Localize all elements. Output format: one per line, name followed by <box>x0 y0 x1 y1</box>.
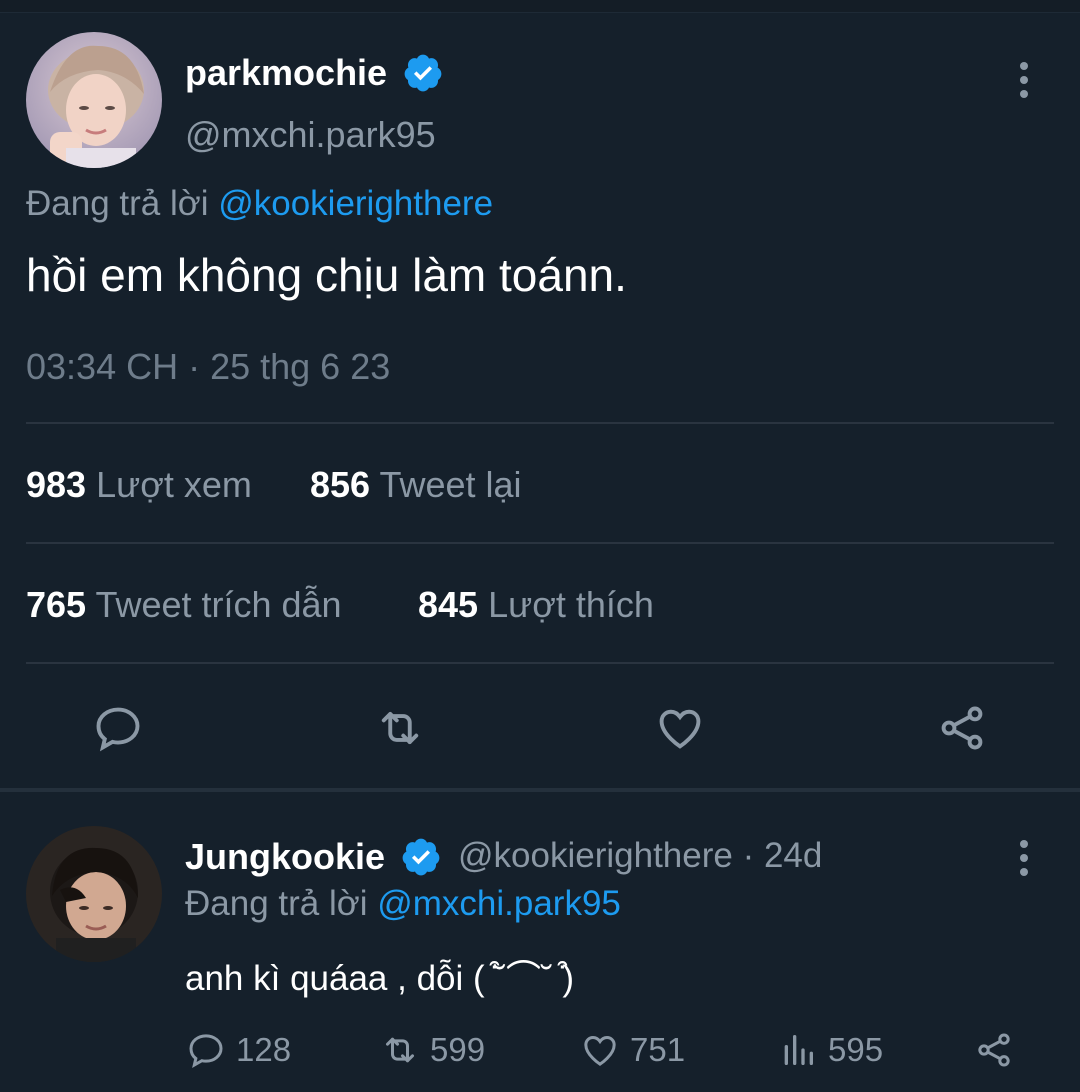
share-icon[interactable] <box>936 702 988 754</box>
reply-avatar[interactable] <box>26 826 162 962</box>
views-count: 983 <box>26 464 87 505</box>
tweet-timestamp[interactable]: 03:34 CH · 25 thg 6 23 <box>26 346 390 388</box>
retweets-label: Tweet lại <box>379 464 522 505</box>
like-icon[interactable] <box>654 702 706 754</box>
views-stat: 983 Lượt xem <box>26 464 252 506</box>
reply-icon <box>189 1034 223 1069</box>
reply-count: 128 <box>236 1031 292 1068</box>
reply-share-button[interactable] <box>974 1030 1014 1070</box>
reply-text: anh kì quáaa , dỗi ( ͒˘⌒˘ ͒) <box>185 959 575 998</box>
reply-like-button[interactable]: 751 <box>580 1030 685 1070</box>
author-name[interactable]: parkmochie <box>185 52 387 94</box>
retweets-stat[interactable]: 856 Tweet lại <box>310 464 522 506</box>
retweets-count: 856 <box>310 464 371 505</box>
quotes-stat[interactable]: 765 Tweet trích dẫn <box>26 584 342 626</box>
verified-badge-icon <box>402 838 440 876</box>
views-label: Lượt xem <box>96 464 252 505</box>
replying-to-line: Đang trả lời @kookierighthere <box>26 184 493 224</box>
reply-author-handle[interactable]: @kookierighthere <box>458 836 733 875</box>
verified-badge-icon <box>404 54 442 92</box>
reply-more-options-icon[interactable] <box>1018 840 1030 876</box>
reply-handle-time: @kookierighthere · 24d <box>458 836 822 876</box>
reply-views-button[interactable]: 595 <box>778 1030 883 1070</box>
tweet-text: hồi em không chịu làm toánn. <box>26 249 627 301</box>
section-separator <box>0 788 1080 792</box>
replying-prefix: Đang trả lời <box>26 184 209 223</box>
reply-replying-to-mention[interactable]: @mxchi.park95 <box>377 884 621 923</box>
reply-time[interactable]: · 24d <box>743 836 823 875</box>
reply-replying-prefix: Đang trả lời <box>185 884 368 923</box>
divider <box>26 662 1054 664</box>
divider <box>26 542 1054 544</box>
views-chart-icon <box>784 1035 813 1065</box>
more-options-icon[interactable] <box>1018 62 1030 98</box>
views-count: 595 <box>828 1031 884 1068</box>
avatar[interactable] <box>26 32 162 168</box>
retweet-count: 599 <box>430 1031 486 1068</box>
quotes-count: 765 <box>26 584 87 625</box>
like-count: 751 <box>630 1031 686 1068</box>
divider <box>26 422 1054 424</box>
likes-stat[interactable]: 845 Lượt thích <box>418 584 654 626</box>
top-edge <box>0 0 1080 13</box>
quotes-label: Tweet trích dẫn <box>95 584 342 625</box>
reply-retweet-button[interactable]: 599 <box>380 1030 485 1070</box>
likes-count: 845 <box>418 584 479 625</box>
reply-reply-button[interactable]: 128 <box>186 1030 291 1070</box>
share-icon <box>978 1033 1010 1067</box>
reply-author-name[interactable]: Jungkookie <box>185 836 385 878</box>
author-handle[interactable]: @mxchi.park95 <box>185 114 436 156</box>
replying-to-mention[interactable]: @kookierighthere <box>218 184 493 223</box>
reply-icon[interactable] <box>92 702 144 754</box>
reply-replying-to-line: Đang trả lời @mxchi.park95 <box>185 884 621 924</box>
retweet-icon <box>386 1037 414 1063</box>
like-icon <box>584 1035 616 1066</box>
likes-label: Lượt thích <box>488 584 654 625</box>
retweet-icon[interactable] <box>374 702 426 754</box>
